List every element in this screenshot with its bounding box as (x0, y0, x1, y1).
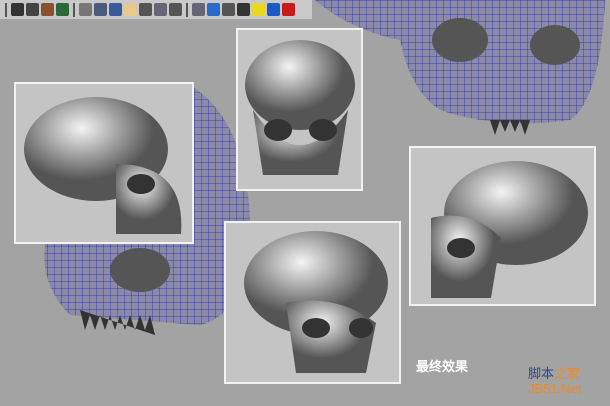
render-view-4 (224, 221, 401, 384)
watermark-text: 之家 (554, 366, 581, 381)
toolbar-separator (186, 2, 188, 17)
wireframe-icon[interactable] (192, 3, 205, 16)
toolbar-separator (73, 2, 75, 17)
render-view-2 (236, 28, 363, 191)
maya-toolbar (0, 0, 312, 19)
render-settings-icon[interactable] (41, 3, 54, 16)
film-gate-icon[interactable] (154, 3, 167, 16)
wire-on-shaded-icon[interactable] (222, 3, 235, 16)
light-icon[interactable] (124, 3, 137, 16)
uv-icon[interactable] (139, 3, 152, 16)
texture-icon[interactable] (237, 3, 250, 16)
watermark-url: JB51.Net (528, 381, 582, 396)
watermark-text: 脚本 (528, 366, 555, 381)
skull-render-icon (431, 161, 588, 298)
ipr-render-icon[interactable] (26, 3, 39, 16)
final-result-caption: 最终效果 (416, 359, 469, 374)
camera-icon[interactable] (94, 3, 107, 16)
render-view-1 (14, 82, 194, 244)
render-view-3 (409, 146, 596, 306)
skull-render-icon (24, 97, 182, 234)
hypershade-icon[interactable] (56, 3, 69, 16)
smooth-shade-icon[interactable] (207, 3, 220, 16)
skull-render-icon (245, 40, 355, 175)
render-icon[interactable] (11, 3, 24, 16)
skull-render-icon (244, 231, 388, 373)
shadow-icon[interactable] (267, 3, 280, 16)
watermark-logo: 脚本之家 JB51.Net (528, 366, 581, 396)
grid-icon[interactable] (79, 3, 92, 16)
xray-icon[interactable] (282, 3, 295, 16)
snapshot-icon[interactable] (109, 3, 122, 16)
lighting-icon[interactable] (252, 3, 265, 16)
resolution-gate-icon[interactable] (169, 3, 182, 16)
toolbar-separator (5, 2, 7, 17)
